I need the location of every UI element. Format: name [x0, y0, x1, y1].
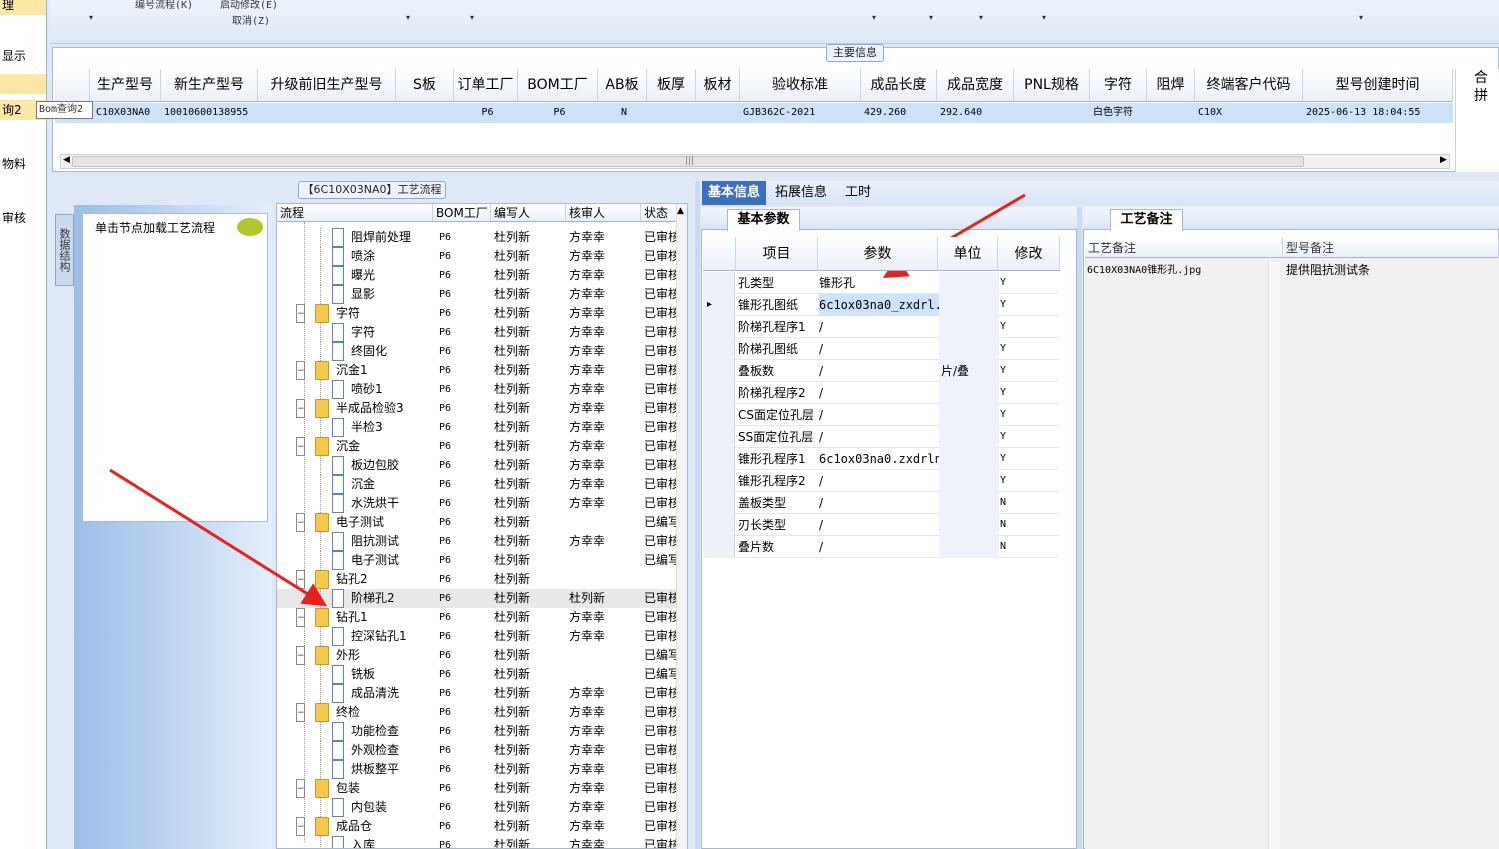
params-row[interactable]: 锥形孔程序2 / Y [703, 470, 1059, 492]
row-selector[interactable] [703, 404, 735, 426]
param-value[interactable]: / [819, 404, 939, 426]
param-unit [939, 492, 999, 514]
row-selector[interactable] [703, 426, 735, 448]
arrow-to-step-hole [109, 468, 328, 607]
row-selector[interactable] [703, 536, 735, 558]
param-value[interactable]: / [819, 514, 939, 536]
param-value[interactable]: / [819, 382, 939, 404]
param-item: 叠片数 [738, 540, 775, 554]
params-row[interactable]: 叠板数 / 片/叠 Y [703, 360, 1059, 382]
param-unit [939, 272, 999, 294]
params-row[interactable]: SS面定位孔层 / Y [703, 426, 1059, 448]
param-modify-flag: Y [1000, 343, 1007, 354]
param-item: 阶梯孔图纸 [738, 342, 799, 356]
params-header-cell[interactable]: 单位 [938, 237, 998, 271]
param-modify-flag: Y [1000, 299, 1007, 310]
param-item: 阶梯孔程序1 [738, 320, 806, 334]
param-value[interactable]: 6c1ox03na0.zxdrlnt [819, 448, 939, 470]
param-item: 阶梯孔程序2 [738, 386, 806, 400]
param-unit [939, 382, 999, 404]
row-selector[interactable] [703, 492, 735, 514]
row-selector[interactable] [703, 470, 735, 492]
row-selector[interactable] [703, 316, 735, 338]
params-header-cell[interactable]: 项目 [736, 237, 818, 271]
param-item: 锥形孔图纸 [738, 298, 799, 312]
param-unit [939, 338, 999, 360]
param-value[interactable]: / [819, 470, 939, 492]
param-modify-flag: Y [1000, 453, 1007, 464]
param-item: 刃长类型 [738, 518, 787, 532]
row-selector[interactable] [703, 382, 735, 404]
param-modify-flag: Y [1000, 431, 1007, 442]
param-unit [939, 316, 999, 338]
param-modify-flag: Y [1000, 277, 1007, 288]
params-row[interactable]: 阶梯孔程序2 / Y [703, 382, 1059, 404]
params-row[interactable]: 刃长类型 / N [703, 514, 1059, 536]
param-modify-flag: N [1000, 519, 1007, 530]
param-item: 锥形孔程序1 [738, 452, 806, 466]
param-value[interactable]: 锥形孔 [819, 272, 939, 294]
params-row[interactable]: 孔类型 锥形孔 Y [703, 272, 1059, 294]
params-row[interactable]: 阶梯孔程序1 / Y [703, 316, 1059, 338]
params-row[interactable]: 阶梯孔图纸 / Y [703, 338, 1059, 360]
param-modify-flag: Y [1000, 387, 1007, 398]
params-row[interactable]: ▸锥形孔图纸 6c1ox03na0_zxdrl... Y [703, 294, 1059, 316]
params-header-cell[interactable]: 参数 [818, 237, 938, 271]
param-item: 孔类型 [738, 276, 775, 290]
param-modify-flag: N [1000, 541, 1007, 552]
row-selector[interactable] [703, 448, 735, 470]
param-item: 锥形孔程序2 [738, 474, 806, 488]
param-item: SS面定位孔层 [738, 430, 814, 444]
param-value[interactable]: / [819, 316, 939, 338]
param-unit [939, 294, 999, 316]
param-unit [939, 404, 999, 426]
param-value[interactable]: / [819, 492, 939, 514]
row-selector[interactable]: ▸ [703, 294, 735, 316]
param-value[interactable]: / [819, 338, 939, 360]
param-modify-flag: Y [1000, 409, 1007, 420]
row-selector[interactable] [703, 272, 735, 294]
param-unit [939, 514, 999, 536]
param-unit [939, 426, 999, 448]
param-item: CS面定位孔层 [738, 408, 814, 422]
param-unit [939, 536, 999, 558]
param-unit: 片/叠 [939, 360, 999, 382]
param-modify-flag: N [1000, 497, 1007, 508]
param-unit [939, 470, 999, 492]
params-header-cell[interactable]: 修改 [998, 237, 1060, 271]
param-item: 盖板类型 [738, 496, 787, 510]
params-row[interactable]: 锥形孔程序1 6c1ox03na0.zxdrlnt Y [703, 448, 1059, 470]
param-item: 叠板数 [738, 364, 775, 378]
param-value[interactable]: 6c1ox03na0_zxdrl... [819, 294, 939, 316]
param-modify-flag: Y [1000, 365, 1007, 376]
params-row[interactable]: CS面定位孔层 / Y [703, 404, 1059, 426]
param-modify-flag: Y [1000, 321, 1007, 332]
param-value[interactable]: / [819, 536, 939, 558]
param-unit [939, 448, 999, 470]
params-row[interactable]: 叠片数 / N [703, 536, 1059, 558]
row-selector[interactable] [703, 338, 735, 360]
params-corner-cell [703, 237, 736, 271]
param-value[interactable]: / [819, 360, 939, 382]
param-value[interactable]: / [819, 426, 939, 448]
row-selector[interactable] [703, 360, 735, 382]
params-row[interactable]: 盖板类型 / N [703, 492, 1059, 514]
row-selector[interactable] [703, 514, 735, 536]
param-modify-flag: Y [1000, 475, 1007, 486]
